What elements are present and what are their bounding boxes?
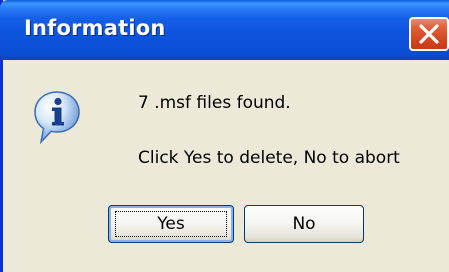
window-title: Information xyxy=(24,16,166,40)
dialog-body: 7 .msf files found. Click Yes to delete,… xyxy=(3,60,449,272)
information-icon xyxy=(34,91,80,144)
yes-button[interactable]: Yes xyxy=(108,205,234,243)
close-icon xyxy=(419,24,439,44)
no-button-label: No xyxy=(292,214,316,234)
close-button[interactable] xyxy=(409,17,449,51)
message-line-prompt: Click Yes to delete, No to abort xyxy=(138,148,400,168)
title-bar[interactable]: Information xyxy=(0,0,449,60)
no-button[interactable]: No xyxy=(244,205,364,243)
message-line-count: 7 .msf files found. xyxy=(138,93,291,113)
message-dialog-window: Information 7 .msf files found. Click Ye… xyxy=(0,0,449,272)
focus-rectangle xyxy=(115,211,227,237)
